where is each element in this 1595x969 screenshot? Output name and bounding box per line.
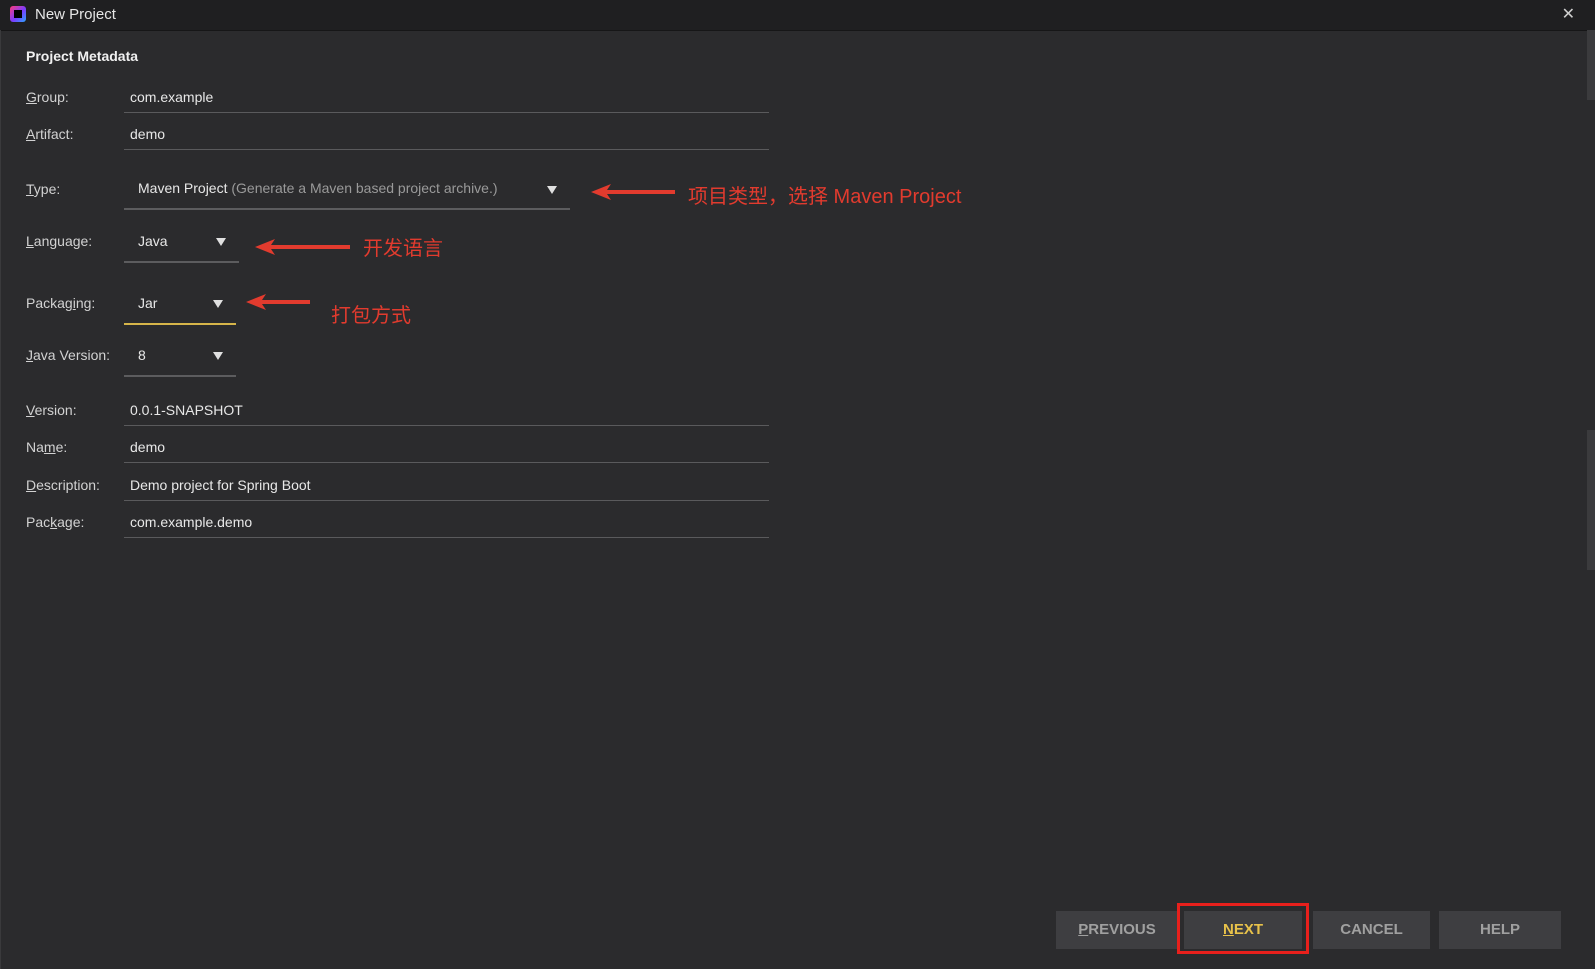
section-title: Project Metadata bbox=[26, 48, 139, 64]
chevron-down-icon bbox=[213, 352, 223, 360]
package-label: Package: bbox=[26, 514, 85, 530]
annotation-type: 项目类型，选择 Maven Project bbox=[688, 186, 962, 208]
chevron-down-icon bbox=[216, 238, 226, 246]
language-value: Java bbox=[138, 233, 168, 249]
cancel-button[interactable]: CANCEL bbox=[1313, 911, 1430, 949]
packaging-value: Jar bbox=[138, 295, 158, 311]
chevron-down-icon bbox=[547, 186, 557, 194]
annotation-arrow-language bbox=[255, 239, 350, 255]
annotation-arrow-packaging bbox=[246, 294, 310, 310]
name-field[interactable]: demo bbox=[124, 433, 769, 463]
annotation-packaging: 打包方式 bbox=[331, 305, 411, 327]
description-label: Description: bbox=[26, 477, 100, 493]
package-value: com.example.demo bbox=[130, 514, 253, 530]
type-hint: (Generate a Maven based project archive.… bbox=[231, 180, 498, 196]
packaging-combobox[interactable]: Jar bbox=[124, 285, 236, 325]
scrollbar-thumb[interactable] bbox=[1587, 30, 1595, 100]
next-highlight-box bbox=[1177, 903, 1309, 954]
name-value: demo bbox=[130, 439, 166, 455]
artifact-value: demo bbox=[130, 126, 166, 142]
version-label: Version: bbox=[26, 402, 77, 418]
java-version-combobox[interactable]: 8 bbox=[124, 337, 236, 377]
previous-button[interactable]: PREVIOUS bbox=[1056, 911, 1178, 949]
help-button[interactable]: HELP bbox=[1439, 911, 1561, 949]
language-combobox[interactable]: Java bbox=[124, 223, 239, 263]
packaging-label: Packaging: bbox=[26, 295, 96, 311]
language-label: Language: bbox=[26, 233, 93, 249]
scrollbar-thumb-lower[interactable] bbox=[1587, 430, 1595, 570]
intellij-app-icon bbox=[10, 6, 26, 22]
window-border bbox=[0, 30, 1, 969]
artifact-label: Artifact: bbox=[26, 126, 74, 142]
artifact-field[interactable]: demo bbox=[124, 120, 769, 150]
java-version-value: 8 bbox=[138, 347, 146, 363]
description-field[interactable]: Demo project for Spring Boot bbox=[124, 471, 769, 501]
annotation-arrow-type bbox=[591, 184, 675, 200]
group-value: com.example bbox=[130, 89, 214, 105]
group-field[interactable]: com.example bbox=[124, 83, 769, 113]
title-bar: New Project ✕ bbox=[0, 0, 1595, 31]
group-label: Group: bbox=[26, 89, 69, 105]
annotation-language: 开发语言 bbox=[363, 238, 443, 260]
type-combobox[interactable]: Maven Project (Generate a Maven based pr… bbox=[124, 170, 570, 210]
chevron-down-icon bbox=[213, 300, 223, 308]
package-field[interactable]: com.example.demo bbox=[124, 508, 769, 538]
close-icon[interactable]: ✕ bbox=[1562, 4, 1575, 24]
version-value: 0.0.1-SNAPSHOT bbox=[130, 402, 243, 418]
type-value: Maven Project bbox=[138, 180, 228, 196]
window-title: New Project bbox=[35, 6, 116, 23]
java-version-label: Java Version: bbox=[26, 347, 111, 363]
type-label: Type: bbox=[26, 181, 61, 197]
name-label: Name: bbox=[26, 439, 68, 455]
description-value: Demo project for Spring Boot bbox=[130, 477, 311, 493]
version-field[interactable]: 0.0.1-SNAPSHOT bbox=[124, 396, 769, 426]
